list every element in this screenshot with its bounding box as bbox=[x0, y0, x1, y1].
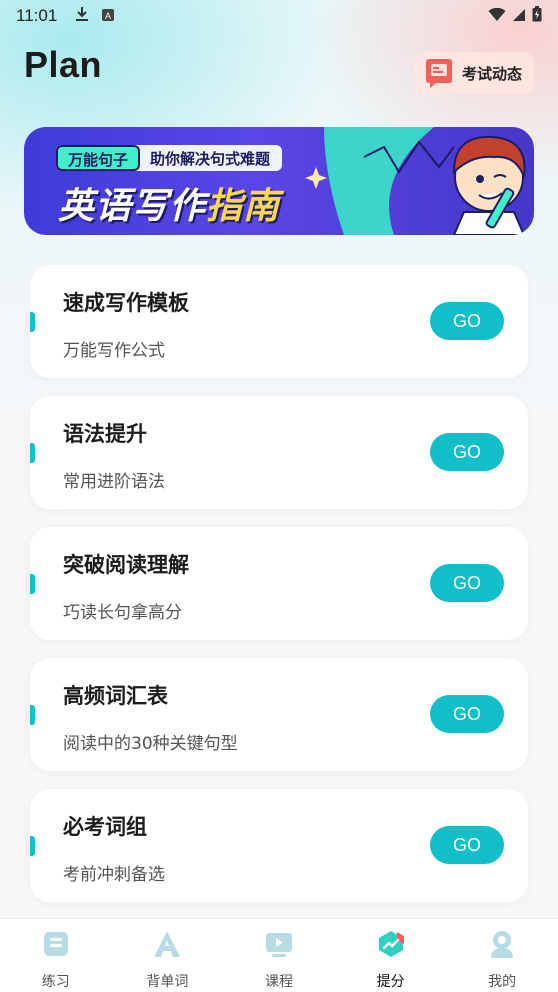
card-title: 语法提升 bbox=[63, 422, 147, 446]
card-subtitle: 阅读中的30种关键句型 bbox=[63, 734, 238, 754]
nav-label: 课程 bbox=[264, 974, 293, 990]
card-accent-marker bbox=[30, 312, 35, 332]
nav-item-course[interactable]: 课程 bbox=[223, 919, 335, 992]
profile-icon bbox=[487, 929, 517, 959]
banner-title-highlight: 指南 bbox=[206, 186, 281, 227]
card-subtitle: 巧读长句拿高分 bbox=[63, 603, 182, 623]
plan-card-writing-template[interactable]: 速成写作模板 万能写作公式 GO bbox=[30, 265, 528, 378]
card-subtitle: 考前冲刺备选 bbox=[63, 865, 165, 885]
vocabulary-icon bbox=[152, 929, 182, 959]
nav-label: 我的 bbox=[488, 974, 517, 990]
nav-label: 背单词 bbox=[146, 974, 189, 990]
card-accent-marker bbox=[30, 574, 35, 594]
wifi-icon bbox=[488, 7, 506, 26]
exam-news-icon bbox=[422, 56, 456, 90]
card-subtitle: 万能写作公式 bbox=[63, 341, 165, 361]
page-title: Plan bbox=[24, 44, 103, 85]
go-button[interactable]: GO bbox=[430, 564, 504, 602]
banner-title: 英语写作指南 bbox=[58, 177, 280, 229]
banner-tag: 万能句子 助你解决句式难题 bbox=[56, 145, 283, 171]
card-accent-marker bbox=[30, 705, 35, 725]
go-button[interactable]: GO bbox=[430, 695, 504, 733]
go-button[interactable]: GO bbox=[430, 433, 504, 471]
plan-card-phrases[interactable]: 必考词组 考前冲刺备选 GO bbox=[30, 789, 528, 902]
battery-icon bbox=[532, 6, 542, 26]
nav-item-profile[interactable]: 我的 bbox=[446, 919, 558, 992]
banner-tag-subtitle: 助你解决句式难题 bbox=[150, 149, 271, 168]
exam-news-label: 考试动态 bbox=[462, 64, 523, 83]
card-accent-marker bbox=[30, 836, 35, 856]
card-title: 必考词组 bbox=[63, 815, 147, 839]
nav-item-practice[interactable]: 练习 bbox=[0, 919, 112, 992]
download-icon bbox=[75, 6, 89, 26]
plan-card-vocabulary[interactable]: 高频词汇表 阅读中的30种关键句型 GO bbox=[30, 658, 528, 771]
status-bar: 11:01 A bbox=[0, 0, 558, 32]
practice-icon bbox=[41, 929, 71, 959]
plan-card-reading[interactable]: 突破阅读理解 巧读长句拿高分 GO bbox=[30, 527, 528, 640]
course-video-icon bbox=[264, 929, 294, 959]
promo-banner[interactable]: 万能句子 助你解决句式难题 英语写作指南 bbox=[24, 127, 534, 235]
banner-title-main: 英语写作 bbox=[58, 186, 207, 227]
banner-illustration bbox=[305, 127, 526, 235]
nav-item-vocabulary[interactable]: 背单词 bbox=[112, 919, 224, 992]
nav-item-score-up[interactable]: 提分 bbox=[335, 919, 447, 992]
nav-label: 提分 bbox=[376, 974, 405, 990]
plan-card-grammar[interactable]: 语法提升 常用进阶语法 GO bbox=[30, 396, 528, 509]
card-accent-marker bbox=[30, 443, 35, 463]
signal-icon bbox=[512, 7, 526, 26]
nav-label: 练习 bbox=[41, 974, 70, 990]
card-title: 速成写作模板 bbox=[63, 291, 189, 315]
keyboard-a-icon: A bbox=[101, 7, 115, 26]
plan-card-list: 速成写作模板 万能写作公式 GO 语法提升 常用进阶语法 GO 突破阅读理解 巧… bbox=[30, 265, 528, 920]
bottom-nav: 练习 背单词 课程 提分 我的 bbox=[0, 918, 558, 992]
status-time: 11:01 bbox=[16, 6, 58, 25]
card-title: 突破阅读理解 bbox=[63, 553, 189, 577]
go-button[interactable]: GO bbox=[430, 826, 504, 864]
exam-news-button[interactable]: 考试动态 bbox=[414, 52, 534, 94]
card-title: 高频词汇表 bbox=[63, 684, 168, 708]
banner-tag-key: 万能句子 bbox=[56, 145, 141, 171]
card-subtitle: 常用进阶语法 bbox=[63, 472, 165, 492]
svg-text:A: A bbox=[105, 11, 111, 21]
score-up-icon bbox=[376, 929, 406, 959]
go-button[interactable]: GO bbox=[430, 302, 504, 340]
